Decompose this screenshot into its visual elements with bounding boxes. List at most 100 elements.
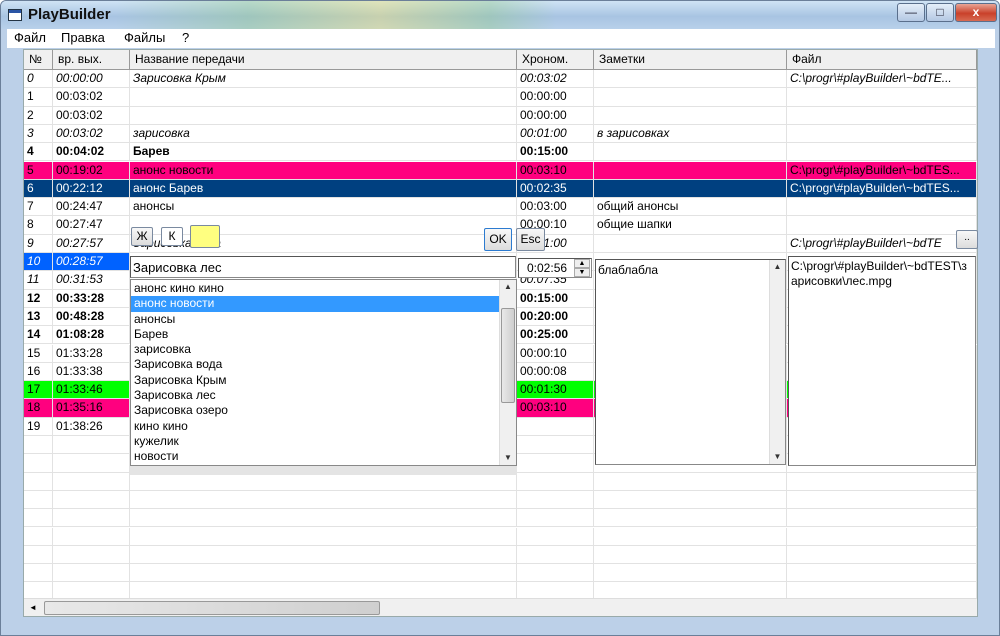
cell-time: [53, 545, 130, 564]
dropdown-item[interactable]: анонсы: [131, 312, 499, 327]
col-header-name[interactable]: Название передачи: [130, 50, 517, 69]
cell-duration: 00:03:02: [517, 70, 594, 88]
col-header-duration[interactable]: Хроном.: [517, 50, 594, 69]
cell-duration: 00:01:00: [517, 124, 594, 143]
table-row[interactable]: [24, 472, 977, 491]
dropdown-item[interactable]: Зарисовка лес: [131, 388, 499, 403]
cell-time: 00:27:47: [53, 216, 130, 234]
table-row[interactable]: 1 00:03:02 00:00:00: [24, 88, 977, 107]
bold-format-button[interactable]: Ж: [131, 227, 153, 246]
cell-file: [787, 545, 977, 564]
cell-time: 00:00:00: [53, 70, 130, 88]
grid-horizontal-scrollbar[interactable]: ◄: [24, 598, 977, 616]
scroll-down-icon[interactable]: ▼: [500, 451, 516, 465]
cell-number: [24, 472, 53, 490]
cell-duration: [517, 454, 594, 472]
col-header-file[interactable]: Файл: [787, 50, 977, 69]
cell-duration: [517, 436, 594, 454]
dropdown-item[interactable]: зарисовка: [131, 342, 499, 357]
cell-notes: [594, 143, 787, 161]
table-row[interactable]: 2 00:03:02 00:00:00: [24, 106, 977, 125]
table-row[interactable]: [24, 545, 977, 565]
dropdown-item[interactable]: кино кино: [131, 419, 499, 434]
dropdown-item[interactable]: анонс новости: [131, 296, 499, 312]
cell-file: [787, 216, 977, 234]
cell-duration: 00:03:10: [517, 161, 594, 179]
spin-up-icon[interactable]: ▲: [574, 259, 590, 268]
menu-edit[interactable]: Правка: [61, 30, 105, 45]
col-header-number[interactable]: №: [24, 50, 53, 69]
scroll-left-icon[interactable]: ◄: [26, 601, 40, 615]
esc-button[interactable]: Esc: [516, 228, 545, 251]
col-header-time[interactable]: вр. вых.: [53, 50, 130, 69]
dropdown-item[interactable]: анонс кино кино: [131, 281, 499, 296]
cell-number: [24, 564, 53, 582]
col-header-notes[interactable]: Заметки: [594, 50, 787, 69]
cell-notes: [594, 564, 787, 582]
program-name-input[interactable]: Зарисовка лес: [130, 256, 516, 278]
cell-notes: [594, 545, 787, 564]
browse-file-button[interactable]: ..: [956, 230, 978, 249]
minimize-button[interactable]: —: [897, 3, 925, 22]
table-row[interactable]: 0 00:00:00 Зарисовка Крым 00:03:02 C:\progr\…: [24, 70, 977, 89]
cell-name: [130, 564, 517, 582]
menu-files[interactable]: Файлы: [124, 30, 165, 45]
cell-name: [130, 88, 517, 106]
dropdown-item[interactable]: кужелик: [131, 434, 499, 449]
cell-duration: [517, 545, 594, 564]
cell-duration: [517, 472, 594, 490]
cell-time: 00:03:02: [53, 124, 130, 143]
file-path-field[interactable]: C:\progr\#playBuilder\~bdTEST\зарисовки\…: [788, 256, 976, 466]
grid-scroll-thumb[interactable]: [44, 601, 380, 615]
table-row[interactable]: [24, 527, 977, 546]
dropdown-scrollbar[interactable]: ▲ ▼: [499, 280, 516, 465]
menu-file[interactable]: Файл: [14, 30, 46, 45]
dropdown-item[interactable]: Барев: [131, 327, 499, 342]
scroll-up-icon[interactable]: ▲: [770, 260, 785, 274]
duration-spinner[interactable]: 0:02:56 ▲ ▼: [518, 258, 592, 278]
scroll-up-icon[interactable]: ▲: [500, 280, 516, 294]
cell-number: 9: [24, 234, 53, 252]
close-button[interactable]: x: [955, 3, 997, 22]
cell-file: [787, 88, 977, 106]
color-swatch-button[interactable]: [190, 225, 220, 248]
cell-notes: [594, 88, 787, 106]
cell-time: 00:22:12: [53, 179, 130, 198]
table-row[interactable]: [24, 564, 977, 583]
menu-help[interactable]: ?: [182, 30, 189, 45]
cell-notes: общий анонсы: [594, 198, 787, 216]
cell-number: [24, 454, 53, 472]
dropdown-item[interactable]: новости: [131, 449, 499, 464]
title-bar[interactable]: PlayBuilder — □ x: [1, 1, 999, 29]
name-dropdown-list[interactable]: анонс кино кино анонс новости анонсы Барев з…: [130, 279, 517, 466]
cell-notes: [594, 472, 787, 490]
dropdown-item[interactable]: Зарисовка Крым: [131, 373, 499, 388]
cell-time: 00:48:28: [53, 307, 130, 326]
maximize-button[interactable]: □: [926, 3, 954, 22]
cell-time: [53, 527, 130, 545]
table-row[interactable]: 4 00:04:02 Барев 00:15:00: [24, 143, 977, 162]
cell-name: [130, 509, 517, 527]
notes-textarea[interactable]: блаблабла ▲ ▼: [595, 259, 786, 465]
italic-format-button[interactable]: К: [161, 227, 183, 246]
cell-number: 14: [24, 326, 53, 344]
dropdown-item[interactable]: Зарисовка вода: [131, 357, 499, 372]
cell-time: [53, 472, 130, 490]
scroll-down-icon[interactable]: ▼: [770, 450, 785, 464]
cell-duration: 00:03:10: [517, 399, 594, 417]
table-row[interactable]: [24, 490, 977, 510]
dropdown-item[interactable]: Зарисовка озеро: [131, 403, 499, 418]
table-row[interactable]: 7 00:24:47 анонсы 00:03:00 общий анонсы: [24, 198, 977, 217]
cell-duration: 00:00:00: [517, 106, 594, 124]
table-row[interactable]: 3 00:03:02 зарисовка 00:01:00 в зарисовках: [24, 124, 977, 144]
cell-name: анонс новости: [130, 161, 517, 179]
table-row[interactable]: [24, 509, 977, 528]
notes-scrollbar[interactable]: ▲ ▼: [769, 260, 785, 464]
ok-button[interactable]: OK: [484, 228, 512, 251]
cell-notes: [594, 70, 787, 88]
dropdown-scroll-thumb[interactable]: [501, 308, 515, 403]
spin-down-icon[interactable]: ▼: [574, 268, 590, 277]
playlist-grid[interactable]: № вр. вых. Название передачи Хроном. Зам…: [23, 49, 978, 617]
table-row[interactable]: 6 00:22:12 анонс Барев 00:02:35 C:\progr\#pl…: [24, 179, 977, 199]
table-row[interactable]: 5 00:19:02 анонс новости 00:03:10 C:\progr\#…: [24, 161, 977, 180]
